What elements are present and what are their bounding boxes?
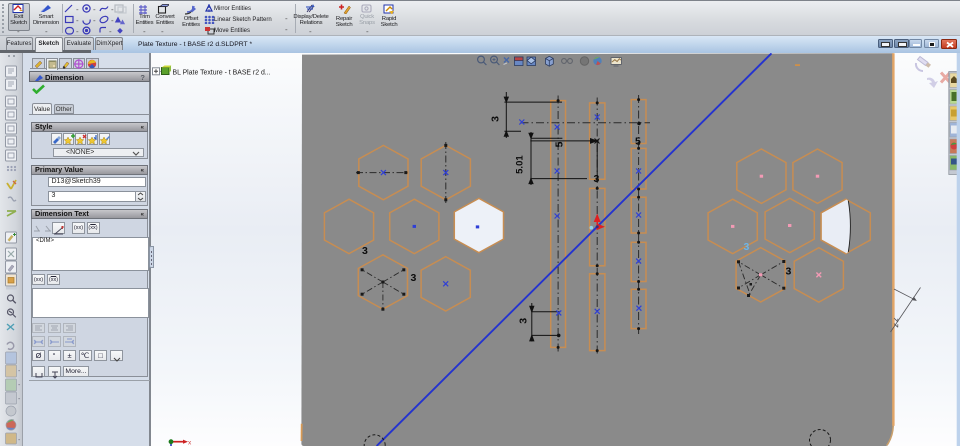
svg-text:-: - (18, 396, 21, 403)
svg-text:-: - (76, 27, 79, 35)
svg-text:3: 3 (786, 266, 792, 278)
svg-text:-: - (111, 16, 114, 25)
svg-text:3: 3 (411, 272, 417, 284)
svg-text:-: - (93, 16, 96, 25)
svg-text:-: - (109, 27, 112, 35)
svg-text:5: 5 (635, 136, 641, 148)
svg-text:3: 3 (518, 318, 530, 324)
svg-text:3: 3 (744, 241, 750, 253)
svg-text:BL Plate Texture - t BASE r2 d: BL Plate Texture - t BASE r2 d... (173, 69, 271, 76)
svg-text:-: - (18, 382, 21, 389)
svg-text:-: - (93, 5, 96, 14)
svg-text:-: - (18, 368, 21, 375)
svg-text:5: 5 (553, 141, 565, 147)
svg-text:-: - (76, 5, 79, 14)
svg-text:3: 3 (490, 116, 502, 122)
svg-text:5.01: 5.01 (515, 155, 526, 174)
svg-text:3: 3 (362, 245, 368, 257)
svg-text:-: - (111, 5, 114, 14)
svg-text:-: - (18, 437, 21, 444)
svg-text:-: - (76, 16, 79, 25)
